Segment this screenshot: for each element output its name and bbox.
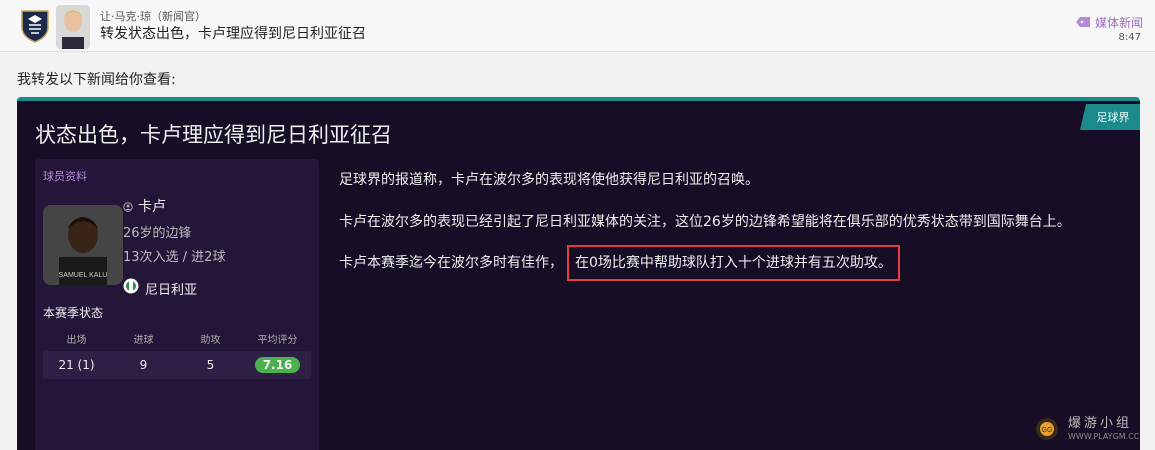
nigeria-flag-icon xyxy=(123,278,139,298)
sender-avatar xyxy=(56,5,90,49)
paragraph-3-text: 卡卢本赛季迄今在波尔多时有佳作， xyxy=(339,255,563,271)
article-paragraph-1: 足球界的报道称，卡卢在波尔多的表现将使他获得尼日利亚的召唤。 xyxy=(339,172,759,188)
message-header: 让·马克·琼（新闻官） 转发状态出色，卡卢理应得到尼日利亚征召 媒体新闻 8:4… xyxy=(0,0,1155,52)
player-name: 卡卢 xyxy=(138,199,166,215)
nation-row[interactable]: 尼日利亚 xyxy=(123,278,197,298)
player-photo[interactable]: SAMUEL KALU xyxy=(43,205,123,285)
season-stats-title: 本赛季状态 xyxy=(43,306,104,320)
article-paragraph-2: 卡卢在波尔多的表现已经引起了尼日利亚媒体的关注，这位26岁的边锋希望能将在俱乐部… xyxy=(339,214,1071,230)
rating-badge: 7.16 xyxy=(254,357,301,373)
article-headline: 状态出色，卡卢理应得到尼日利亚征召 xyxy=(35,123,392,147)
stats-header: 出场 进球 助攻 平均评分 xyxy=(43,331,311,346)
article-paragraph-3: 卡卢本赛季迄今在波尔多时有佳作， 在0场比赛中帮助球队打入十个进球并有五次助攻。 xyxy=(339,245,900,281)
message-subject: 转发状态出色，卡卢理应得到尼日利亚征召 xyxy=(100,26,366,42)
source-tag: 足球界 xyxy=(1080,104,1140,130)
svg-text:SAMUEL KALU: SAMUEL KALU xyxy=(59,272,108,279)
category-text: 媒体新闻 xyxy=(1094,16,1143,30)
watermark-url: WWW.PLAYGM.CC xyxy=(1068,432,1140,441)
stats-apps: 21 (1) xyxy=(58,358,95,372)
stats-header-rating: 平均评分 xyxy=(257,335,298,346)
message-time: 8:47 xyxy=(1118,32,1141,43)
watermark-text: 爆游小组 xyxy=(1068,416,1133,431)
player-profile-panel[interactable]: 球员资料 SAMUEL KALU 卡卢 26岁的边锋 13次入选 / 进2球 尼… xyxy=(35,159,319,450)
club-badge-icon xyxy=(20,9,50,43)
watermark: GG 爆游小组 WWW.PLAYGM.CC xyxy=(1030,410,1155,450)
stats-row: 21 (1) 9 5 7.16 xyxy=(43,351,311,379)
player-caps: 13次入选 / 进2球 xyxy=(123,250,226,265)
intro-text: 我转发以下新闻给你查看: xyxy=(17,72,176,88)
tag-icon xyxy=(1075,16,1090,30)
stats-rating-cell: 7.16 xyxy=(244,357,311,373)
player-age-position: 26岁的边锋 xyxy=(123,226,192,241)
highlight-box: 在0场比赛中帮助球队打入十个进球并有五次助攻。 xyxy=(567,245,900,281)
svg-text:GG: GG xyxy=(1042,427,1053,434)
stats-header-goals: 进球 xyxy=(133,335,154,346)
stats-assists: 5 xyxy=(206,358,215,372)
category-label[interactable]: 媒体新闻 xyxy=(1075,14,1143,31)
player-name-row[interactable]: 卡卢 xyxy=(123,196,166,216)
panel-title: 球员资料 xyxy=(43,170,87,183)
sender-name: 让·马克·琼（新闻官） xyxy=(100,10,206,23)
news-article-card: 足球界 状态出色，卡卢理应得到尼日利亚征召 球员资料 SAMUEL KALU 卡… xyxy=(17,97,1140,450)
stats-header-assists: 助攻 xyxy=(200,335,221,346)
player-icon xyxy=(123,197,133,216)
stats-goals: 9 xyxy=(139,358,148,372)
nation-name: 尼日利亚 xyxy=(145,282,198,298)
stats-header-apps: 出场 xyxy=(66,335,87,346)
